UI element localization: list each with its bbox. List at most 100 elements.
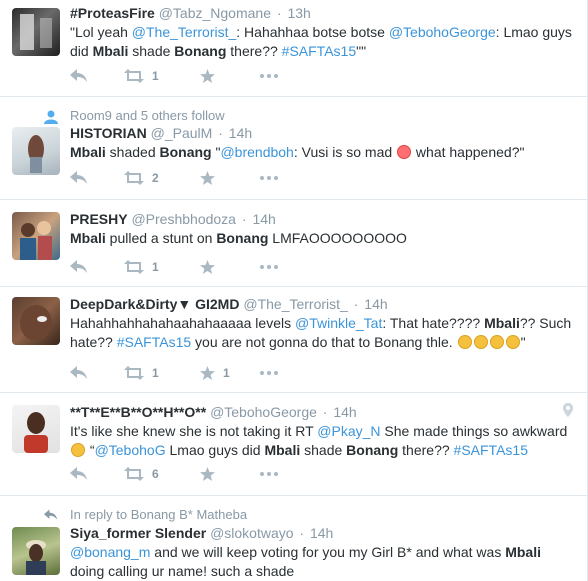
more-button[interactable] xyxy=(260,371,290,375)
text-fragment: there?? xyxy=(226,43,282,59)
highlighted-term: Mbali xyxy=(70,230,106,246)
retweet-count: 6 xyxy=(152,467,159,481)
tweet-content: Siya_former Slender @slokotwayo · 14h @b… xyxy=(70,524,575,581)
emoji-icon xyxy=(505,335,520,349)
tweet[interactable]: Room9 and 5 others follow HISTORIAN @_Pa… xyxy=(0,97,587,200)
retweet-button[interactable]: 1 xyxy=(124,260,200,274)
fullname[interactable]: **T**E**B**O**H**O** xyxy=(70,404,206,420)
emoji-icon xyxy=(397,145,412,159)
mention-link[interactable]: @Pkay_N xyxy=(317,423,380,439)
text-fragment: shade xyxy=(300,442,347,458)
text-fragment: She made things so awkward xyxy=(380,423,568,439)
reply-button[interactable] xyxy=(70,467,124,481)
mention-link[interactable]: @TebohoGeorge xyxy=(389,24,496,40)
reply-button[interactable] xyxy=(70,171,124,185)
more-button[interactable] xyxy=(260,472,290,476)
avatar[interactable] xyxy=(12,405,60,453)
more-button[interactable] xyxy=(260,74,290,78)
timestamp[interactable]: 14h xyxy=(252,211,275,227)
text-fragment: "Lol yeah xyxy=(70,24,132,40)
username[interactable]: @Tabz_Ngomane xyxy=(159,5,271,21)
username[interactable]: @TebohoGeorge xyxy=(210,404,317,420)
more-button[interactable] xyxy=(260,265,290,269)
mention-link[interactable]: @bonang_m xyxy=(70,544,150,560)
retweet-button[interactable]: 1 xyxy=(124,69,200,83)
fullname[interactable]: HISTORIAN xyxy=(70,125,147,141)
fullname[interactable]: Siya_former Slender xyxy=(70,525,206,541)
avatar[interactable] xyxy=(12,527,60,575)
tweet-actions: 2 xyxy=(70,168,290,188)
timestamp[interactable]: 14h xyxy=(310,525,333,541)
tweet-content: HISTORIAN @_PaulM · 14h Mbali shaded Bon… xyxy=(70,124,575,162)
timestamp[interactable]: 13h xyxy=(287,5,310,21)
tweet[interactable]: DeepDark&Dirty▼ GI2MD @The_Terrorist_ · … xyxy=(0,287,587,393)
favorite-button[interactable] xyxy=(200,170,260,186)
hashtag-link[interactable]: #SAFTAs15 xyxy=(117,334,191,350)
reply-button[interactable] xyxy=(70,69,124,83)
hashtag-link[interactable]: #SAFTAs15 xyxy=(282,43,356,59)
text-fragment: " xyxy=(520,334,526,350)
emoji-icon xyxy=(473,335,488,349)
username[interactable]: @slokotwayo xyxy=(210,525,293,541)
tweet-text: Hahahhahhahahaahahaaaaa levels @Twinkle_… xyxy=(70,314,575,352)
social-context[interactable]: Room9 and 5 others follow xyxy=(70,108,225,123)
mention-link[interactable]: @brendboh xyxy=(220,144,293,160)
favorite-button[interactable] xyxy=(200,466,260,482)
highlighted-term: Mbali xyxy=(505,544,541,560)
tweet-text: It's like she knew she is not taking it … xyxy=(70,422,575,460)
text-fragment: and we will keep voting for you my Girl … xyxy=(150,544,506,560)
reply-context[interactable]: In reply to Bonang B* Matheba xyxy=(70,507,247,522)
username[interactable]: @The_Terrorist_ xyxy=(243,296,347,312)
timestamp[interactable]: 14h xyxy=(333,404,356,420)
separator-dot: · xyxy=(322,404,328,420)
text-fragment: pulled a stunt on xyxy=(105,230,217,246)
retweet-button[interactable]: 1 xyxy=(124,366,200,380)
tweet[interactable]: PRESHY @Preshbhodoza · 14h Mbali pulled … xyxy=(0,200,587,287)
timeline: #ProteasFire @Tabz_Ngomane · 13h "Lol ye… xyxy=(0,0,588,581)
star-icon xyxy=(200,259,215,274)
more-button[interactable] xyxy=(260,176,290,180)
retweet-count: 1 xyxy=(152,366,159,380)
tweet-actions: 6 xyxy=(70,464,290,484)
favorite-button[interactable] xyxy=(200,68,260,84)
text-fragment: "" xyxy=(356,43,367,59)
fullname[interactable]: DeepDark&Dirty▼ GI2MD xyxy=(70,296,239,312)
highlighted-term: Bonang xyxy=(174,43,227,59)
retweet-icon xyxy=(124,171,144,185)
retweet-button[interactable]: 6 xyxy=(124,467,200,481)
text-fragment: : Hahahhaa botse botse xyxy=(236,24,389,40)
timestamp[interactable]: 14h xyxy=(229,125,252,141)
tweet[interactable]: In reply to Bonang B* Matheba Siya_forme… xyxy=(0,496,587,581)
avatar[interactable] xyxy=(12,297,60,345)
star-icon xyxy=(200,466,215,481)
favorite-button[interactable]: 1 xyxy=(200,365,260,381)
text-fragment: you are not gonna do that to Bonang thle… xyxy=(191,334,457,350)
reply-button[interactable] xyxy=(70,260,124,274)
tweet-actions: 1 xyxy=(70,257,290,277)
username[interactable]: @Preshbhodoza xyxy=(131,211,236,227)
separator-dot: · xyxy=(299,525,305,541)
highlighted-term: Mbali xyxy=(92,43,129,59)
mention-link[interactable]: @Twinkle_Tat xyxy=(295,315,382,331)
more-dots-icon xyxy=(260,74,278,78)
hashtag-link[interactable]: #SAFTAs15 xyxy=(454,442,528,458)
username[interactable]: @_PaulM xyxy=(151,125,213,141)
fullname[interactable]: PRESHY xyxy=(70,211,128,227)
avatar[interactable] xyxy=(12,127,60,175)
reply-icon xyxy=(70,171,87,184)
timestamp[interactable]: 14h xyxy=(364,296,387,312)
reply-button[interactable] xyxy=(70,366,124,380)
more-dots-icon xyxy=(260,265,278,269)
retweet-button[interactable]: 2 xyxy=(124,171,200,185)
text-fragment: LMFAOOOOOOOOO xyxy=(268,230,407,246)
avatar[interactable] xyxy=(12,212,60,260)
tweet-header: PRESHY @Preshbhodoza · 14h xyxy=(70,210,575,228)
text-fragment: shaded xyxy=(105,144,160,160)
mention-link[interactable]: @The_Terrorist_ xyxy=(132,24,236,40)
tweet[interactable]: **T**E**B**O**H**O** @TebohoGeorge · 14h… xyxy=(0,393,587,496)
favorite-button[interactable] xyxy=(200,259,260,275)
fullname[interactable]: #ProteasFire xyxy=(70,5,155,21)
avatar[interactable] xyxy=(12,8,60,56)
mention-link[interactable]: @TebohoG xyxy=(95,442,166,458)
tweet[interactable]: #ProteasFire @Tabz_Ngomane · 13h "Lol ye… xyxy=(0,0,587,97)
